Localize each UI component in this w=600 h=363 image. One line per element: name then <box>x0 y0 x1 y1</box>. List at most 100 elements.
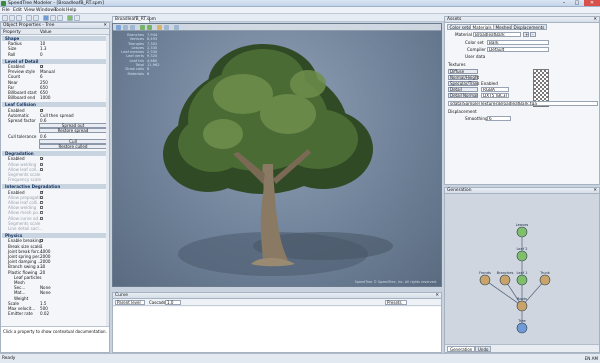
generator-node[interactable]: Trunk <box>539 271 551 286</box>
property-row[interactable]: Roll 0 <box>2 52 109 57</box>
property-name: Line detail sacl... <box>8 226 43 231</box>
checkbox[interactable]: ✓ <box>40 162 44 166</box>
property-row[interactable]: Frequency scale <box>2 177 109 182</box>
texture-slot-normal[interactable]: Normal/Height <box>448 75 479 80</box>
generator-node[interactable]: Tree <box>516 319 528 334</box>
3d-viewport[interactable]: Branches 7,944 Vertices 8,493 Triangles 7,302… <box>112 23 442 287</box>
property-scrollbar[interactable] <box>106 35 109 326</box>
property-row[interactable]: Billboard end 1000 <box>2 95 109 100</box>
property-column-header: Property Value <box>1 29 109 35</box>
property-name: Roll <box>8 51 16 57</box>
checkbox[interactable]: ✓ <box>40 65 44 69</box>
checkbox[interactable]: ✓ <box>40 211 44 215</box>
property-name: Emitter rate <box>8 311 33 317</box>
tab-displacements[interactable]: Displacements <box>511 24 547 30</box>
tab-undo[interactable]: Undo <box>475 346 492 352</box>
compiler-select[interactable]: Default <box>487 47 549 52</box>
redo-icon[interactable] <box>33 15 39 21</box>
color-set-select[interactable]: Bark <box>487 40 549 45</box>
generator-node-icon[interactable] <box>516 274 528 286</box>
generator-node-icon[interactable] <box>539 274 551 286</box>
undo-icon[interactable] <box>26 15 32 21</box>
checkbox[interactable]: ✓ <box>40 216 44 220</box>
texture-path-field[interactable]: sdata\Sample\Textures\BroadleafBark.tga <box>448 101 598 106</box>
menu-tools[interactable]: Tools <box>54 8 65 13</box>
texture-slot-specular[interactable]: Specular/Trans <box>448 81 479 86</box>
texture-slot-detail[interactable]: Detail <box>448 87 478 92</box>
checkbox[interactable]: ✓ <box>40 206 44 210</box>
select-icon[interactable] <box>43 15 49 21</box>
channel-select[interactable]: RGBA <box>481 87 509 92</box>
property-row[interactable]: Emitter rate 0.02 <box>2 311 109 316</box>
generator-node-icon[interactable] <box>516 322 528 334</box>
minimize-button[interactable]: – <box>558 0 570 6</box>
texture-slot-diffuse[interactable]: Diffuse <box>448 69 478 74</box>
property-row[interactable]: Line detail sacl... <box>2 226 109 231</box>
generator-node-icon[interactable] <box>499 274 511 286</box>
material-select[interactable]: BroadleafBark <box>473 32 521 37</box>
checkbox[interactable]: ✓ <box>40 201 44 205</box>
parent-level-select[interactable]: Parent level <box>115 300 145 305</box>
move-icon[interactable] <box>50 15 56 21</box>
menu-help[interactable]: Help <box>66 8 76 13</box>
checkbox[interactable]: ✓ <box>40 195 44 199</box>
generator-node[interactable]: Fronds <box>479 271 491 286</box>
checkbox[interactable]: ✓ <box>40 239 44 243</box>
status-bar: Ready EN AM <box>0 353 600 363</box>
smoothing-input[interactable]: 6 <box>487 116 511 121</box>
property-button[interactable]: Restore culled <box>39 144 107 149</box>
displacement-label: Displacement <box>448 109 477 114</box>
property-value[interactable]: 0.02 <box>40 311 49 316</box>
curve-panel: Curve ✕ Parent level Cascade 1.0 Presets <box>112 292 442 353</box>
generator-node[interactable]: Branches <box>497 271 514 286</box>
generate-icon[interactable] <box>67 15 73 21</box>
compression-select[interactable]: DXT5 (BC3) <box>481 93 509 98</box>
checkbox[interactable]: ✓ <box>40 190 44 194</box>
wind-icon[interactable] <box>74 15 80 21</box>
smoothing-label: Smoothing <box>465 116 488 121</box>
enabled-label: Enabled <box>481 81 498 86</box>
help-box: Click a property to show contextual docu… <box>1 326 109 352</box>
generator-node[interactable]: Leaf 1 <box>516 271 528 286</box>
menu-file[interactable]: File <box>2 8 10 13</box>
generator-node[interactable]: Leaves <box>516 223 529 238</box>
open-icon[interactable] <box>9 15 15 21</box>
generation-tabbar: Generation Undo <box>445 344 599 352</box>
tab-materials[interactable]: Materials <box>470 24 495 30</box>
generation-title: Generation <box>447 188 472 193</box>
close-button[interactable]: ✕ <box>584 0 600 6</box>
new-icon[interactable] <box>2 15 8 21</box>
tab-color-sets[interactable]: Color sets <box>447 24 473 30</box>
menu-edit[interactable]: Edit <box>13 8 22 13</box>
presets-button[interactable]: Presets <box>385 300 407 305</box>
tab-generation[interactable]: Generation <box>447 346 476 352</box>
viewport-footer: SpeedTree © SpeedTree, Inc. All rights r… <box>354 280 437 284</box>
property-value[interactable]: 0 <box>40 52 43 57</box>
generator-node-icon[interactable] <box>516 250 528 262</box>
generator-node-icon[interactable] <box>516 300 528 312</box>
menu-view[interactable]: View <box>24 8 35 13</box>
curve-title: Curve <box>115 293 128 298</box>
checkbox[interactable]: ✓ <box>40 157 44 161</box>
texture-slot-detail-normal[interactable]: Detail Normal <box>448 93 478 98</box>
add-material-icon[interactable]: + <box>523 32 529 37</box>
generator-node-icon[interactable] <box>516 226 528 238</box>
remove-material-icon[interactable]: - <box>530 32 536 37</box>
property-value[interactable]: 1000 <box>40 95 50 100</box>
checkbox[interactable]: ✓ <box>40 167 44 171</box>
cascade-input[interactable]: 1.0 <box>165 300 181 305</box>
generator-node[interactable]: Roots <box>516 297 528 312</box>
maximize-button[interactable]: □ <box>571 0 583 6</box>
generator-node-icon[interactable] <box>479 274 491 286</box>
generation-graph[interactable]: Leaves Leaf 2 Fronds Branches Leaf 1 Trunk Roo… <box>445 194 599 345</box>
save-icon[interactable] <box>16 15 22 21</box>
generation-node-graph: Leaves Leaf 2 Fronds Branches Leaf 1 Trunk Roo… <box>479 223 551 334</box>
generator-node-label: Leaf 1 <box>516 271 527 275</box>
viewport-tab[interactable]: BroadleafB_RT.spm <box>112 16 156 23</box>
generator-node[interactable]: Leaf 2 <box>516 247 528 262</box>
close-icon[interactable]: ✕ <box>593 17 597 23</box>
curve-editor[interactable] <box>113 307 441 352</box>
checkbox[interactable]: ✓ <box>40 108 44 112</box>
generator-node-label: Tree <box>517 319 526 323</box>
rotate-icon[interactable] <box>57 15 63 21</box>
